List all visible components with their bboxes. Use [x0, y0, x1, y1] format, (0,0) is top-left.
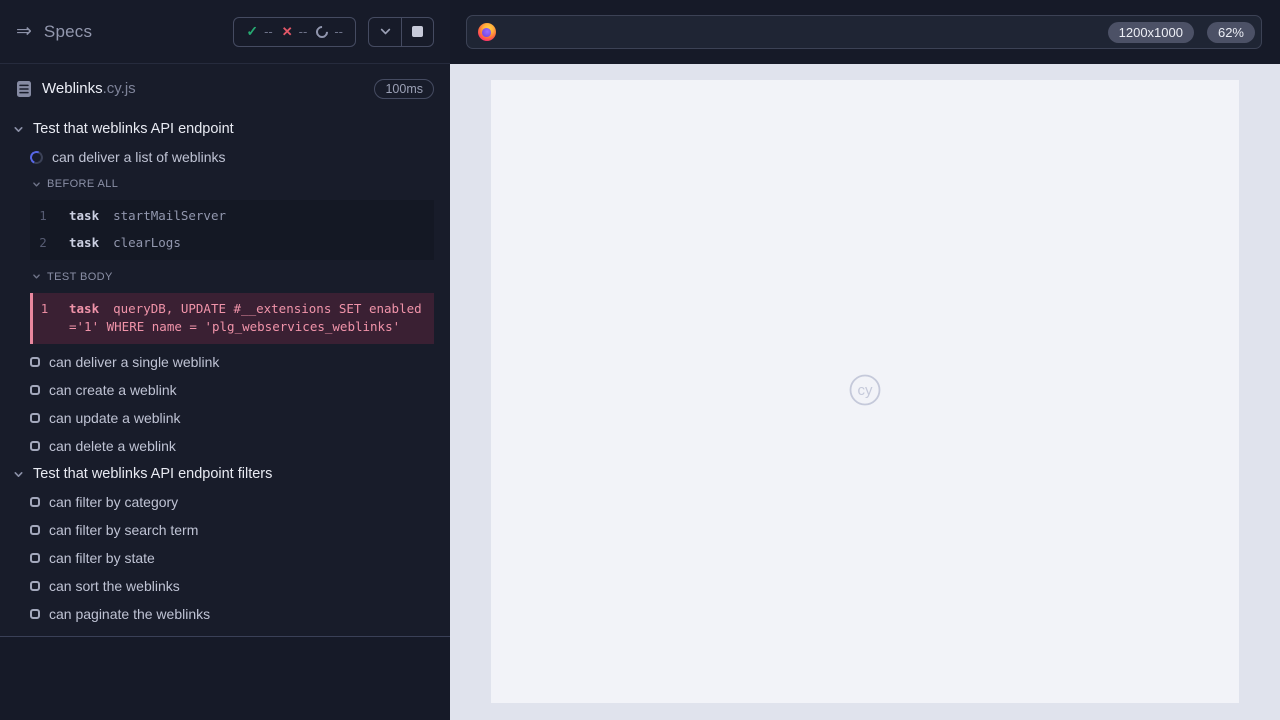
reporter-sidebar: ⇒ Specs ✓ -- ✕ -- -- Weblinks.cy.js 100m… — [0, 0, 450, 720]
spec-name: Weblinks.cy.js — [42, 80, 136, 98]
failed-count: -- — [298, 24, 308, 39]
chevron-down-icon — [14, 471, 23, 477]
test-title: can delete a weblink — [49, 438, 176, 454]
command-number: 1 — [39, 208, 47, 223]
spec-duration-badge: 100ms — [374, 79, 434, 99]
hook-name: BEFORE ALL — [47, 178, 119, 190]
command-text: task queryDB, UPDATE #__extensions SET en… — [69, 300, 422, 335]
spec-basename: Weblinks — [42, 80, 103, 97]
command-method: task — [69, 300, 100, 316]
sidebar-toggle-icon[interactable]: ⇒ — [16, 22, 32, 41]
passed-check-icon: ✓ — [246, 23, 259, 39]
suite-title: Test that weblinks API endpoint filters — [33, 466, 273, 482]
sidebar-filler — [0, 637, 450, 720]
firefox-browser-icon — [478, 23, 496, 41]
command-row[interactable]: 1 task queryDB, UPDATE #__extensions SET e… — [33, 296, 434, 342]
hook-header[interactable]: BEFORE ALL — [0, 171, 450, 197]
stat-passed: ✓ -- — [246, 23, 272, 40]
command-text: task startMailServer — [69, 208, 226, 223]
specs-title: Specs — [43, 21, 93, 41]
suite-title: Test that weblinks API endpoint — [33, 121, 234, 137]
reporter-header: ⇒ Specs ✓ -- ✕ -- -- — [0, 0, 450, 64]
test-item[interactable]: can filter by state — [0, 544, 450, 572]
pending-count: -- — [334, 24, 343, 39]
zoom-level-badge: 62% — [1206, 21, 1255, 43]
pending-test-icon — [30, 609, 40, 619]
test-item[interactable]: can update a weblink — [0, 404, 450, 432]
pending-test-icon — [30, 553, 40, 563]
command-row[interactable]: 1 task startMailServer — [30, 203, 434, 230]
passed-count: -- — [264, 24, 273, 39]
pending-test-icon — [30, 441, 40, 451]
stop-run-button[interactable] — [401, 17, 433, 46]
test-item[interactable]: can sort the weblinks — [0, 572, 450, 600]
command-number: 1 — [40, 300, 49, 316]
failed-x-icon: ✕ — [281, 23, 293, 39]
test-item[interactable]: can paginate the weblinks — [0, 600, 450, 628]
collapse-all-button[interactable] — [369, 18, 401, 46]
test-item[interactable]: can filter by search term — [0, 516, 450, 544]
hook-header[interactable]: TEST BODY — [0, 264, 450, 290]
command-method: task — [69, 234, 100, 250]
running-spinner-icon — [28, 148, 45, 166]
test-item[interactable]: can deliver a single weblink — [0, 348, 450, 376]
chevron-down-icon — [14, 126, 23, 132]
test-stats: ✓ -- ✕ -- -- — [233, 16, 356, 47]
pending-test-icon — [30, 357, 40, 367]
test-title: can create a weblink — [49, 382, 177, 398]
app-under-test-frame[interactable]: cy — [491, 80, 1239, 703]
test-title: can deliver a single weblink — [49, 354, 220, 370]
pending-test-icon — [30, 413, 40, 423]
test-item[interactable]: can deliver a list of weblinks — [0, 143, 450, 171]
stop-icon — [412, 26, 423, 37]
spec-file-row[interactable]: Weblinks.cy.js 100ms — [0, 64, 450, 109]
spec-extension: .cy.js — [102, 80, 136, 97]
chevron-down-icon — [33, 181, 40, 187]
test-title: can paginate the weblinks — [49, 606, 211, 622]
command-log: 1 task startMailServer 2 task clearLogs — [30, 200, 434, 260]
test-item[interactable]: can filter by category — [0, 488, 450, 516]
command-text: task clearLogs — [69, 234, 181, 250]
pending-test-icon — [30, 581, 40, 591]
test-title: can update a weblink — [49, 410, 181, 426]
chevron-down-icon — [33, 274, 40, 279]
preview-pane: 1200x1000 62% cy — [450, 0, 1280, 720]
viewport-size-badge[interactable]: 1200x1000 — [1107, 21, 1194, 43]
test-item[interactable]: can create a weblink — [0, 376, 450, 404]
viewport-area: cy — [450, 64, 1280, 720]
preview-header: 1200x1000 62% — [450, 0, 1280, 64]
pending-test-icon — [30, 385, 40, 395]
test-tree: Test that weblinks API endpoint can deliv… — [0, 109, 450, 628]
spec-file-icon — [17, 81, 31, 97]
suite-item[interactable]: Test that weblinks API endpoint filters — [0, 460, 450, 488]
test-title: can filter by state — [49, 550, 155, 566]
test-title: can filter by category — [49, 494, 179, 510]
test-title: can sort the weblinks — [49, 578, 180, 594]
pending-test-icon — [30, 497, 40, 507]
hook-name: TEST BODY — [47, 270, 113, 283]
stat-pending: -- — [313, 23, 343, 40]
command-row[interactable]: 2 task clearLogs — [30, 230, 434, 257]
pending-circle-icon — [313, 23, 331, 40]
run-controls — [368, 16, 434, 47]
suite-item[interactable]: Test that weblinks API endpoint — [0, 115, 450, 143]
pending-test-icon — [30, 525, 40, 535]
test-item[interactable]: can delete a weblink — [0, 432, 450, 460]
watermark-text: cy — [858, 382, 874, 399]
command-log: 1 task queryDB, UPDATE #__extensions SET e… — [30, 292, 434, 344]
chevron-down-icon — [380, 28, 390, 35]
command-number: 2 — [39, 234, 47, 250]
test-title: can filter by search term — [49, 522, 199, 538]
stat-failed: ✕ -- — [282, 24, 308, 40]
command-method: task — [69, 208, 100, 223]
test-title: can deliver a list of weblinks — [52, 149, 226, 165]
cypress-logo-watermark: cy — [849, 374, 881, 405]
url-bar[interactable]: 1200x1000 62% — [466, 15, 1262, 49]
